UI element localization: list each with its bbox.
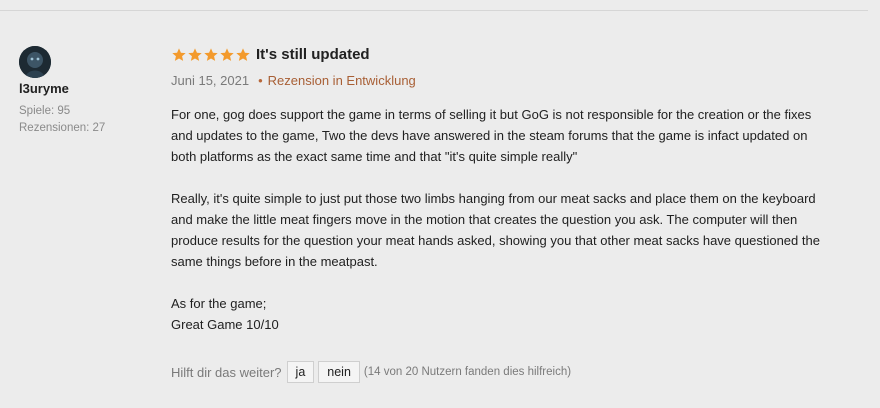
star-rating xyxy=(171,47,251,63)
reviewer-reviews-count: Rezensionen: 27 xyxy=(19,122,106,134)
review-body: For one, gog does support the game in te… xyxy=(171,104,831,335)
review-paragraph-2: Really, it's quite simple to just put th… xyxy=(171,191,820,269)
top-divider xyxy=(0,10,868,11)
star-icon xyxy=(188,47,202,61)
review-title: It's still updated xyxy=(256,46,370,63)
reviewer-username[interactable]: l3uryme xyxy=(19,81,69,96)
star-icon xyxy=(204,47,218,61)
vote-no-button[interactable]: nein xyxy=(318,361,360,383)
review-date: Juni 15, 2021 xyxy=(171,73,250,88)
reviewer-games-count: Spiele: 95 xyxy=(19,105,71,117)
helpful-question: Hilft dir das weiter? xyxy=(171,364,282,380)
star-icon xyxy=(220,47,234,61)
review-meta: Juni 15, 2021 • Rezension in Entwicklung xyxy=(171,73,416,88)
vote-yes-button[interactable]: ja xyxy=(286,361,315,383)
star-icon xyxy=(172,47,186,61)
review-paragraph-3: As for the game; Great Game 10/10 xyxy=(171,296,279,332)
helpful-section: Hilft dir das weiter? ja nein (14 von 20… xyxy=(171,361,571,383)
reviewer-avatar[interactable] xyxy=(19,46,51,78)
star-icon xyxy=(236,47,250,61)
bullet-separator: • xyxy=(258,73,263,88)
review-header: It's still updated xyxy=(171,46,370,63)
helpful-count: (14 von 20 Nutzern fanden dies hilfreich… xyxy=(363,366,572,378)
review-paragraph-1: For one, gog does support the game in te… xyxy=(171,107,812,164)
review-status: Rezension in Entwicklung xyxy=(267,73,416,88)
